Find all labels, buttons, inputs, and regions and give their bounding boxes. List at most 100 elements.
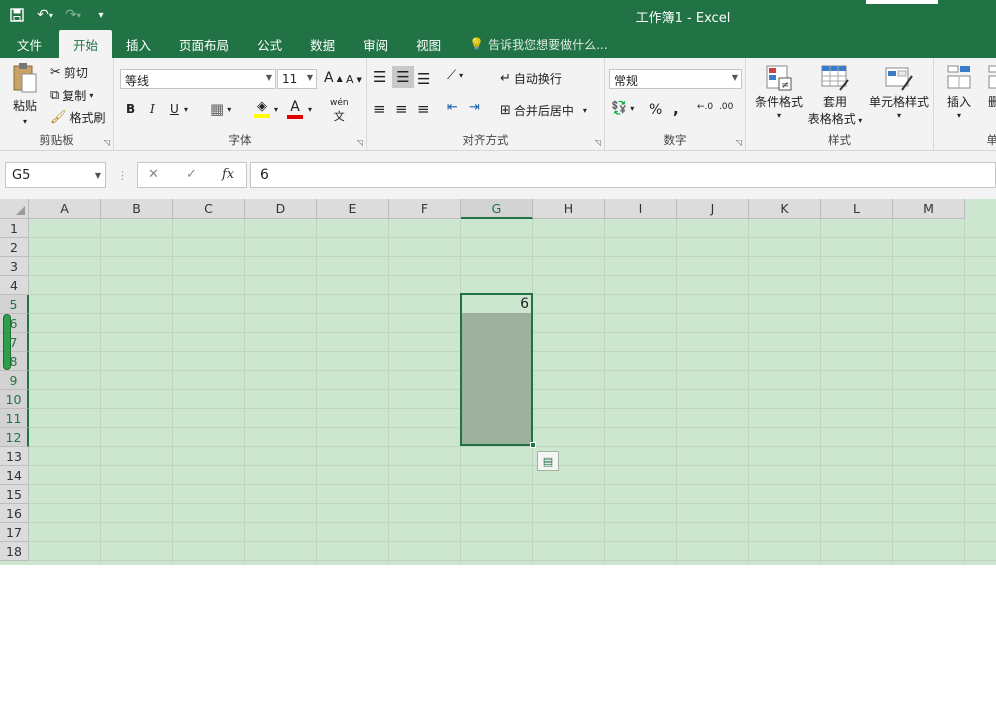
merge-center-button[interactable]: ⊞ 合并后居中 ▾ [500, 102, 587, 119]
tab-insert[interactable]: 插入 [112, 30, 165, 58]
align-top-button[interactable]: ☰ [373, 68, 386, 86]
tell-me-box[interactable]: 💡 告诉我您想要做什么... [455, 30, 607, 58]
paste-button[interactable]: 粘贴 ▾ [8, 62, 42, 126]
formula-input[interactable]: 6 [250, 162, 996, 188]
row-header-12[interactable]: 12 [0, 428, 29, 447]
tab-file[interactable]: 文件 [0, 30, 59, 58]
delete-cells-button[interactable]: 删 [984, 64, 996, 110]
column-header-i[interactable]: I [605, 199, 677, 219]
format-painter-button[interactable]: 🖌 格式刷 [50, 109, 106, 126]
column-header-h[interactable]: H [533, 199, 605, 219]
worksheet-grid[interactable]: A B C D E F G H I J K L M 1 2 3 4 5 6 7 8 9 10 11 12 13 14 15 16 17 18… [0, 199, 996, 726]
column-header-m[interactable]: M [893, 199, 965, 219]
grid-line [172, 219, 173, 565]
shrink-font-button[interactable]: A ▼ [346, 73, 362, 86]
align-left-button[interactable]: ≡ [373, 100, 386, 118]
insert-function-icon[interactable]: fx [222, 167, 234, 182]
font-name-combo[interactable]: 等线 ▼ [120, 69, 276, 89]
chevron-down-icon[interactable]: ▾ [184, 105, 188, 114]
tab-data[interactable]: 数据 [296, 30, 349, 58]
select-all-button[interactable] [0, 199, 29, 219]
chevron-down-icon[interactable]: ▾ [308, 105, 312, 114]
name-box[interactable]: G5 ▼ [5, 162, 106, 188]
increase-decimal-button[interactable]: ←.0 [697, 102, 713, 112]
row-header-9[interactable]: 9 [0, 371, 29, 390]
column-header-k[interactable]: K [749, 199, 821, 219]
dialog-launcher-icon[interactable]: ◹ [357, 138, 363, 147]
row-header-15[interactable]: 15 [0, 485, 29, 504]
phonetic-button[interactable]: wén 文 [330, 98, 349, 124]
column-header-f[interactable]: F [389, 199, 461, 219]
cell-selection[interactable] [460, 293, 533, 446]
wrap-text-icon: ↵ [500, 71, 511, 86]
column-header-j[interactable]: J [677, 199, 749, 219]
copy-button[interactable]: ⧉ 复制 ▾ [50, 87, 93, 104]
percent-button[interactable]: % [649, 102, 662, 118]
row-header-1[interactable]: 1 [0, 219, 29, 238]
row-header-4[interactable]: 4 [0, 276, 29, 295]
column-header-g[interactable]: G [461, 199, 533, 219]
number-format-combo[interactable]: 常规 ▼ [609, 69, 742, 89]
orientation-button[interactable]: ⟋ ▾ [447, 68, 463, 83]
font-size-combo[interactable]: 11 ▼ [277, 69, 317, 89]
increase-indent-button[interactable]: ⇥ [469, 100, 480, 115]
grid-line [29, 541, 996, 542]
confirm-icon[interactable]: ✓ [186, 167, 197, 182]
align-right-button[interactable]: ≡ [417, 100, 430, 118]
tab-page-layout[interactable]: 页面布局 [165, 30, 243, 58]
underline-button[interactable]: U [170, 102, 179, 116]
insert-cells-button[interactable]: 插入 ▾ [944, 64, 974, 120]
row-header-3[interactable]: 3 [0, 257, 29, 276]
column-header-l[interactable]: L [821, 199, 893, 219]
dialog-launcher-icon[interactable]: ◹ [595, 138, 601, 147]
dialog-launcher-icon[interactable]: ◹ [104, 138, 110, 147]
bold-button[interactable]: B [126, 102, 135, 116]
quick-analysis-icon[interactable]: ▤ [537, 451, 559, 471]
tab-review[interactable]: 审阅 [349, 30, 402, 58]
conditional-formatting-button[interactable]: ≠ 条件格式 ▾ [750, 64, 808, 120]
wrap-text-button[interactable]: ↵ 自动换行 [500, 70, 562, 87]
comma-button[interactable]: , [673, 100, 679, 118]
row-header-16[interactable]: 16 [0, 504, 29, 523]
column-header-a[interactable]: A [29, 199, 101, 219]
account-area[interactable] [866, 0, 938, 4]
cut-button[interactable]: ✂ 剪切 [50, 64, 88, 81]
align-center-button[interactable]: ≡ [395, 100, 408, 118]
dialog-launcher-icon[interactable]: ◹ [736, 138, 742, 147]
paste-icon [13, 63, 37, 93]
row-header-14[interactable]: 14 [0, 466, 29, 485]
column-header-e[interactable]: E [317, 199, 389, 219]
align-bottom-button[interactable]: ☰ [417, 70, 430, 88]
decrease-indent-button[interactable]: ⇤ [447, 100, 458, 115]
format-as-table-button[interactable]: 套用 表格格式 ▾ [804, 64, 866, 127]
drag-handle-icon[interactable]: ⋮ [117, 169, 128, 182]
clipboard-group: 粘贴 ▾ ✂ 剪切 ⧉ 复制 ▾ 🖌 格式刷 剪贴板 ◹ [0, 58, 114, 151]
row-group-bar[interactable] [3, 314, 11, 370]
borders-button[interactable]: ▦ ▾ [210, 100, 231, 118]
column-header-d[interactable]: D [245, 199, 317, 219]
row-header-13[interactable]: 13 [0, 447, 29, 466]
window-title: 工作簿1 - Excel [635, 11, 731, 26]
decrease-decimal-button[interactable]: .00 [719, 102, 733, 112]
tab-home[interactable]: 开始 [59, 30, 113, 58]
align-middle-button[interactable]: ☰ [392, 66, 414, 88]
tab-formulas[interactable]: 公式 [243, 30, 296, 58]
row-header-17[interactable]: 17 [0, 523, 29, 542]
tab-view[interactable]: 视图 [402, 30, 455, 58]
accounting-format-button[interactable]: 💱 ▾ [611, 101, 634, 116]
grow-font-button[interactable]: A ▲ [324, 70, 343, 86]
chevron-down-icon[interactable]: ▾ [274, 105, 278, 114]
column-header-c[interactable]: C [173, 199, 245, 219]
italic-button[interactable]: I [150, 102, 155, 116]
cell-styles-button[interactable]: 单元格样式 ▾ [866, 64, 932, 120]
font-color-button[interactable]: A [287, 99, 303, 119]
row-header-11[interactable]: 11 [0, 409, 29, 428]
row-header-10[interactable]: 10 [0, 390, 29, 409]
row-header-5[interactable]: 5 [0, 295, 29, 314]
fill-color-button[interactable]: ◈ [254, 99, 270, 118]
row-header-18[interactable]: 18 [0, 542, 29, 561]
column-header-b[interactable]: B [101, 199, 173, 219]
cancel-icon[interactable]: ✕ [148, 167, 159, 182]
fill-handle[interactable] [530, 442, 536, 448]
row-header-2[interactable]: 2 [0, 238, 29, 257]
